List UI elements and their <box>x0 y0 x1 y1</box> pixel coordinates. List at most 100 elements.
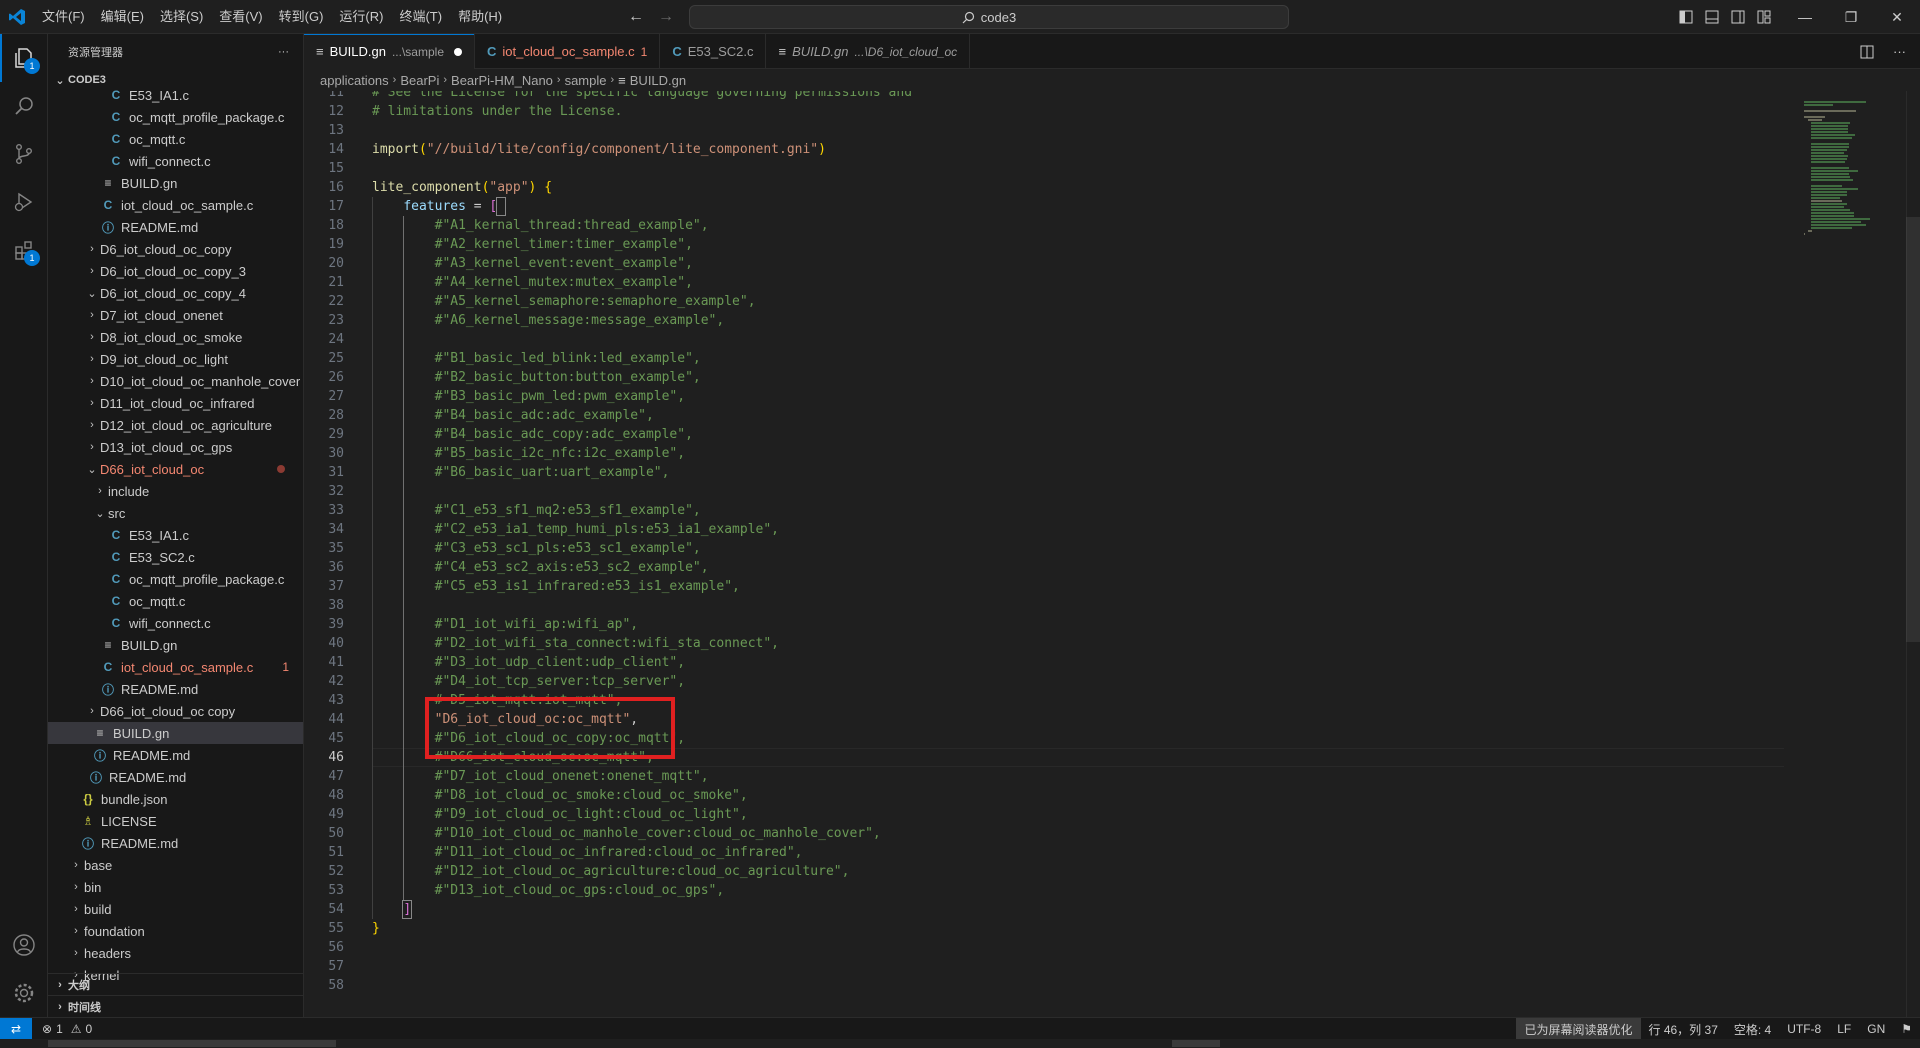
code-line[interactable]: 58 <box>304 976 1784 995</box>
menu-run[interactable]: 运行(R) <box>331 0 391 34</box>
forward-arrow-icon[interactable]: → <box>658 8 674 26</box>
cursor-position[interactable]: 行 46，列 37 <box>1641 1018 1726 1040</box>
code-line[interactable]: 16 lite_component("app") { <box>304 178 1784 197</box>
problems-status[interactable]: ⊗ 1 ⚠ 0 <box>42 1022 92 1036</box>
folder-row[interactable]: › D12_iot_cloud_oc_agriculture <box>48 414 303 436</box>
editor-h-scrollbar[interactable] <box>1172 1040 1220 1047</box>
code-line[interactable]: 19 #"A2_kernel_timer:timer_example", <box>304 235 1784 254</box>
code-line[interactable]: 12 # limitations under the License. <box>304 102 1784 121</box>
file-row[interactable]: ≡ BUILD.gn <box>48 722 303 744</box>
file-row[interactable]: ⓘ README.md <box>48 832 303 854</box>
code-line[interactable]: 32 <box>304 482 1784 501</box>
unsaved-dot-icon[interactable] <box>454 47 462 56</box>
code-line[interactable]: 24 <box>304 330 1784 349</box>
menu-go[interactable]: 转到(G) <box>271 0 332 34</box>
code-editor[interactable]: 11 # See the License for the specific lan… <box>304 91 1920 1017</box>
code-line[interactable]: 52 #"D12_iot_cloud_oc_agriculture:cloud_… <box>304 862 1784 881</box>
code-line[interactable]: 37 #"C5_e53_is1_infrared:e53_is1_example… <box>304 577 1784 596</box>
folder-row[interactable]: › D6_iot_cloud_oc_copy_3 <box>48 260 303 282</box>
code-line[interactable]: 39 #"D1_iot_wifi_ap:wifi_ap", <box>304 615 1784 634</box>
code-line[interactable]: 35 #"C3_e53_sc1_pls:e53_sc1_example", <box>304 539 1784 558</box>
file-row[interactable]: Coc_mqtt_profile_package.c <box>48 106 303 128</box>
code-line[interactable]: 23 #"A6_kernel_message:message_example", <box>304 311 1784 330</box>
split-editor-icon[interactable] <box>1859 44 1875 60</box>
code-line[interactable]: 30 #"B5_basic_i2c_nfc:i2c_example", <box>304 444 1784 463</box>
file-row[interactable]: Cwifi_connect.c <box>48 612 303 634</box>
folder-row[interactable]: › headers <box>48 942 303 964</box>
file-row[interactable]: C E53_SC2.c <box>48 546 303 568</box>
code-line[interactable]: 28 #"B4_basic_adc:adc_example", <box>304 406 1784 425</box>
folder-row[interactable]: › D9_iot_cloud_oc_light <box>48 348 303 370</box>
more-actions-icon[interactable]: ··· <box>1893 44 1906 59</box>
sidebar-h-scrollbar[interactable] <box>48 1040 336 1047</box>
code-line[interactable]: 11 # See the License for the specific lan… <box>304 91 1784 102</box>
minimap[interactable] <box>1796 91 1906 1017</box>
file-row[interactable]: {} bundle.json <box>48 788 303 810</box>
menu-help[interactable]: 帮助(H) <box>450 0 510 34</box>
file-row[interactable]: Cwifi_connect.c <box>48 150 303 172</box>
code-line[interactable]: 42 #"D4_iot_tcp_server:tcp_server", <box>304 672 1784 691</box>
file-row[interactable]: ⓘ README.md <box>48 216 303 238</box>
encoding-status[interactable]: UTF-8 <box>1779 1018 1829 1040</box>
code-line[interactable]: 18 #"A1_kernal_thread:thread_example", <box>304 216 1784 235</box>
run-debug-activity[interactable] <box>0 178 48 226</box>
code-line[interactable]: 34 #"C2_e53_ia1_temp_humi_pls:e53_ia1_ex… <box>304 520 1784 539</box>
code-line[interactable]: 48 #"D8_iot_cloud_oc_smoke:cloud_oc_smok… <box>304 786 1784 805</box>
source-control-activity[interactable] <box>0 130 48 178</box>
code-line[interactable]: 21 #"A4_kernel_mutex:mutex_example", <box>304 273 1784 292</box>
language-mode[interactable]: GN <box>1859 1018 1893 1040</box>
indentation-status[interactable]: 空格: 4 <box>1726 1018 1779 1040</box>
file-row[interactable]: C E53_IA1.c <box>48 84 303 106</box>
file-row[interactable]: Ciot_cloud_oc_sample.c 1 <box>48 656 303 678</box>
code-line[interactable]: 40 #"D2_iot_wifi_sta_connect:wifi_sta_co… <box>304 634 1784 653</box>
extensions-activity[interactable]: 1 <box>0 226 48 274</box>
folder-row[interactable]: ⌄ src <box>48 502 303 524</box>
vertical-scrollbar[interactable] <box>1906 91 1920 1017</box>
toggle-primary-sidebar-icon[interactable] <box>1678 9 1694 25</box>
folder-row[interactable]: › include <box>48 480 303 502</box>
folder-row[interactable]: › D13_iot_cloud_oc_gps <box>48 436 303 458</box>
screen-reader-status[interactable]: 已为屏幕阅读器优化 <box>1516 1018 1641 1040</box>
command-center-search[interactable]: code3 <box>689 5 1289 29</box>
accounts-activity[interactable] <box>0 921 48 969</box>
code-line[interactable]: 49 #"D9_iot_cloud_oc_light:cloud_oc_ligh… <box>304 805 1784 824</box>
menu-terminal[interactable]: 终端(T) <box>391 0 450 34</box>
code-line[interactable]: 41 #"D3_iot_udp_client:udp_client", <box>304 653 1784 672</box>
folder-row[interactable]: › D10_iot_cloud_oc_manhole_cover <box>48 370 303 392</box>
toggle-secondary-sidebar-icon[interactable] <box>1730 9 1746 25</box>
breadcrumb-item[interactable]: BearPi <box>400 73 439 88</box>
file-row[interactable]: ⓘ README.md <box>48 766 303 788</box>
breadcrumb-item[interactable]: applications <box>320 73 389 88</box>
toggle-panel-icon[interactable] <box>1704 9 1720 25</box>
folder-row[interactable]: › build <box>48 898 303 920</box>
code-line[interactable]: 56 <box>304 938 1784 957</box>
minimize-icon[interactable]: — <box>1782 0 1828 34</box>
customize-layout-icon[interactable] <box>1756 9 1772 25</box>
file-row[interactable]: Coc_mqtt.c <box>48 590 303 612</box>
folder-row[interactable]: ⌄ D66_iot_cloud_oc <box>48 458 303 480</box>
code-line[interactable]: 13 <box>304 121 1784 140</box>
back-arrow-icon[interactable]: ← <box>628 8 644 26</box>
file-row[interactable]: Coc_mqtt.c <box>48 128 303 150</box>
breadcrumb-item[interactable]: BearPi-HM_Nano <box>451 73 553 88</box>
menu-view[interactable]: 查看(V) <box>211 0 270 34</box>
manage-activity[interactable] <box>0 969 48 1017</box>
file-row[interactable]: Coc_mqtt_profile_package.c <box>48 568 303 590</box>
code-line[interactable]: 25 #"B1_basic_led_blink:led_example", <box>304 349 1784 368</box>
tab-e53-sc2[interactable]: C E53_SC2.c <box>660 34 767 69</box>
close-icon[interactable]: ✕ <box>1874 0 1920 34</box>
code-line[interactable]: 53 #"D13_iot_cloud_oc_gps:cloud_oc_gps", <box>304 881 1784 900</box>
code-line[interactable]: 14 import("//build/lite/config/component/… <box>304 140 1784 159</box>
code-line[interactable]: 51 #"D11_iot_cloud_oc_infrared:cloud_oc_… <box>304 843 1784 862</box>
file-row[interactable]: Ciot_cloud_oc_sample.c <box>48 194 303 216</box>
code-line[interactable]: 20 #"A3_kernel_event:event_example", <box>304 254 1784 273</box>
tab-build-gn-d6[interactable]: ≡ BUILD.gn ...\D6_iot_cloud_oc <box>766 34 971 69</box>
folder-row[interactable]: › bin <box>48 876 303 898</box>
code-line[interactable]: 17 features = [ <box>304 197 1784 216</box>
code-line[interactable]: 55} <box>304 919 1784 938</box>
timeline-panel-header[interactable]: › 时间线 <box>48 995 303 1017</box>
code-line[interactable]: 22 #"A5_kernel_semaphore:semaphore_examp… <box>304 292 1784 311</box>
file-row[interactable]: ≡ BUILD.gn <box>48 172 303 194</box>
tab-build-gn-sample[interactable]: ≡ BUILD.gn ...\sample <box>304 34 475 69</box>
code-line[interactable]: 54 ] <box>304 900 1784 919</box>
